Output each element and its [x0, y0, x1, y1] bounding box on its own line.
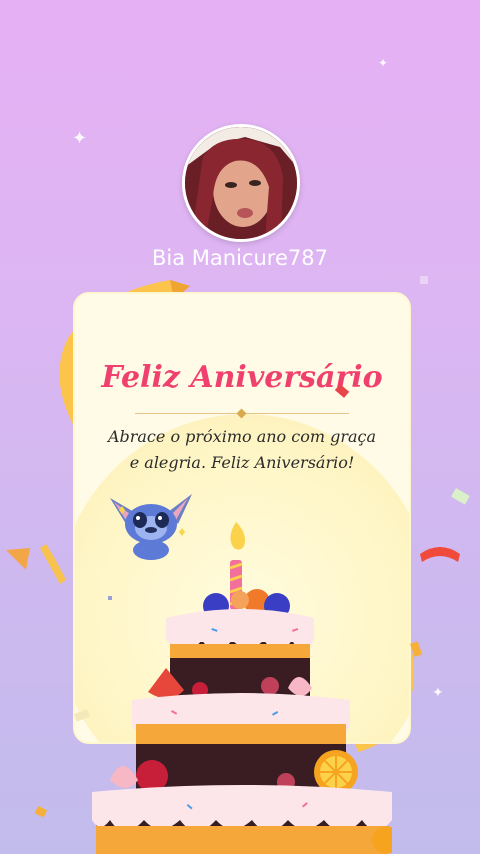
- confetti: [34, 276, 470, 818]
